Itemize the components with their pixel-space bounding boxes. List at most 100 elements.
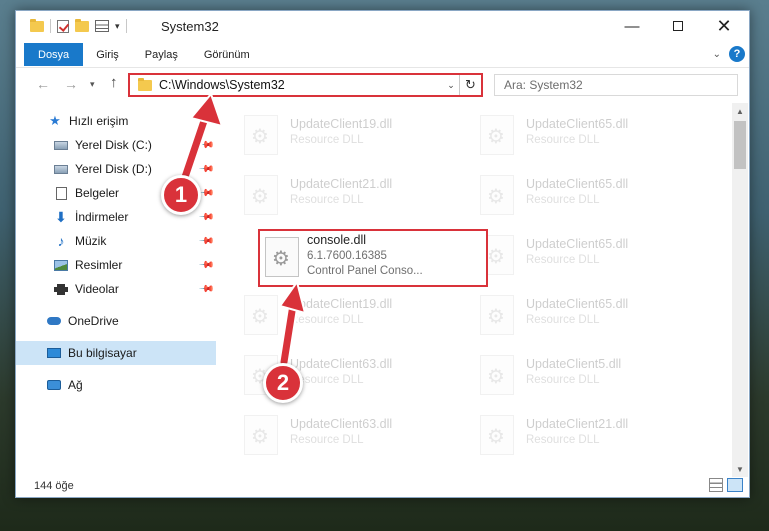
document-icon: [55, 186, 67, 200]
step-1-badge: 1: [161, 175, 201, 215]
scroll-thumb[interactable]: [734, 121, 746, 169]
dll-file-icon: [244, 175, 278, 215]
search-box[interactable]: [494, 74, 738, 96]
file-type: Resource DLL: [290, 134, 364, 146]
music-icon: ♪: [57, 233, 65, 249]
expand-ribbon-icon[interactable]: ⌄: [713, 49, 721, 60]
list-item[interactable]: UpdateClient65.dll Resource DLL: [472, 109, 702, 161]
scroll-up-icon[interactable]: ▲: [732, 103, 748, 119]
view-switcher: [709, 478, 743, 492]
maximize-button[interactable]: [655, 11, 701, 41]
sidebar-item-label: Bu bilgisayar: [68, 346, 137, 360]
dll-file-icon: [480, 415, 514, 455]
navigation-pane: ★ Hızlı erişim Yerel Disk (C:) 📌 Yerel D…: [16, 103, 216, 473]
address-dropdown-icon[interactable]: ⌄: [443, 80, 459, 91]
refresh-button[interactable]: ↻: [459, 75, 481, 95]
list-item[interactable]: UpdateClient63.dll Resource DLL: [236, 409, 466, 461]
toolbar-dropdown-icon[interactable]: ▾: [115, 21, 120, 32]
status-bar: 144 öğe: [16, 475, 749, 497]
pin-icon[interactable]: 📌: [197, 161, 214, 178]
details-view-icon[interactable]: [709, 478, 723, 492]
sidebar-item-network[interactable]: Ağ: [16, 373, 216, 397]
list-item[interactable]: UpdateClient65.dll Resource DLL: [472, 289, 702, 341]
ribbon-tabs: Dosya Giriş Paylaş Görünüm ⌄ ?: [16, 43, 749, 66]
sidebar-item-onedrive[interactable]: OneDrive: [16, 309, 216, 333]
list-item[interactable]: UpdateClient21.dll Resource DLL: [472, 409, 702, 461]
tab-share[interactable]: Paylaş: [132, 43, 191, 66]
list-item[interactable]: UpdateClient21.dll Resource DLL: [236, 169, 466, 221]
file-type: Resource DLL: [526, 134, 600, 146]
file-type: Resource DLL: [290, 434, 364, 446]
navigation-bar: ← → ▾ ↑ C:\Windows\System32 ⌄ ↻: [16, 67, 749, 101]
address-bar[interactable]: C:\Windows\System32 ⌄ ↻: [128, 73, 483, 97]
forward-button[interactable]: →: [64, 76, 78, 92]
vertical-scrollbar[interactable]: ▲ ▼: [732, 103, 748, 477]
properties-check-icon[interactable]: [57, 19, 69, 33]
file-name: UpdateClient65.dll: [526, 177, 629, 191]
tab-home[interactable]: Giriş: [83, 43, 132, 66]
file-name: UpdateClient65.dll: [526, 297, 629, 311]
pin-icon[interactable]: 📌: [197, 281, 214, 298]
back-button[interactable]: ←: [36, 76, 50, 92]
sidebar-item-label: Resimler: [75, 258, 123, 272]
file-name: UpdateClient65.dll: [526, 117, 629, 131]
file-type: Resource DLL: [526, 254, 600, 266]
sidebar-item-this-pc[interactable]: Bu bilgisayar: [16, 341, 216, 365]
sidebar-item-label: OneDrive: [68, 314, 119, 328]
list-item[interactable]: UpdateClient5.dll Resource DLL: [472, 349, 702, 401]
file-description: Control Panel Conso...: [307, 265, 423, 277]
pin-icon[interactable]: 📌: [197, 257, 214, 274]
dll-file-icon: [244, 295, 278, 335]
up-button[interactable]: ↑: [110, 74, 118, 91]
tiles-view-icon[interactable]: [727, 478, 743, 492]
help-icon[interactable]: ?: [729, 46, 745, 62]
console-dll-item[interactable]: console.dll 6.1.7600.16385 Control Panel…: [258, 229, 488, 287]
sidebar-item-quick-access[interactable]: ★ Hızlı erişim: [16, 109, 216, 133]
toolbar-divider: [50, 19, 51, 33]
picture-icon: [54, 259, 68, 271]
item-count: 144 öğe: [34, 480, 74, 492]
new-folder-icon[interactable]: [75, 18, 89, 32]
sidebar-item-local-disk-c[interactable]: Yerel Disk (C:) 📌: [16, 133, 216, 157]
dll-file-icon: [480, 295, 514, 335]
tab-view[interactable]: Görünüm: [191, 43, 263, 66]
file-type: Resource DLL: [526, 374, 600, 386]
pin-icon[interactable]: 📌: [197, 209, 214, 226]
recent-locations-button[interactable]: ▾: [90, 79, 95, 90]
explorer-window: ▾ System32 — ✕ Dosya Giriş Paylaş Görünü…: [15, 10, 750, 498]
file-list: UpdateClient19.dll Resource DLL UpdateCl…: [236, 103, 734, 473]
sidebar-item-pictures[interactable]: Resimler 📌: [16, 253, 216, 277]
tab-file[interactable]: Dosya: [24, 43, 84, 66]
maximize-icon: [673, 21, 683, 31]
dll-file-icon: [244, 115, 278, 155]
address-path[interactable]: C:\Windows\System32: [159, 78, 443, 92]
pin-icon[interactable]: 📌: [197, 137, 214, 154]
dll-file-icon: [265, 237, 299, 277]
pin-icon[interactable]: 📌: [197, 233, 214, 250]
list-item[interactable]: UpdateClient19.dll Resource DLL: [236, 289, 466, 341]
drive-icon: [54, 140, 68, 150]
folder-icon: [30, 18, 44, 32]
cloud-icon: [47, 317, 61, 325]
list-item[interactable]: UpdateClient65.dll Resource DLL: [472, 169, 702, 221]
search-input[interactable]: [504, 78, 737, 92]
file-type: Resource DLL: [526, 434, 600, 446]
sidebar-item-videos[interactable]: Videolar 📌: [16, 277, 216, 301]
dll-file-icon: [480, 175, 514, 215]
file-name: UpdateClient21.dll: [526, 417, 629, 431]
sidebar-item-music[interactable]: ♪ Müzik 📌: [16, 229, 216, 253]
file-name: UpdateClient63.dll: [290, 357, 393, 371]
video-icon: [54, 283, 68, 295]
file-type: Resource DLL: [526, 314, 600, 326]
network-icon: [47, 380, 61, 390]
close-button[interactable]: ✕: [701, 11, 747, 41]
download-icon: ⬇: [55, 208, 67, 225]
folder-icon: [138, 77, 152, 91]
list-item[interactable]: UpdateClient19.dll Resource DLL: [236, 109, 466, 161]
customize-toolbar-icon[interactable]: [95, 20, 109, 32]
dll-file-icon: [480, 115, 514, 155]
minimize-button[interactable]: —: [609, 11, 655, 41]
step-2-badge: 2: [263, 363, 303, 403]
list-item[interactable]: UpdateClient65.dll Resource DLL: [472, 229, 702, 281]
sidebar-item-label: Müzik: [75, 234, 107, 248]
